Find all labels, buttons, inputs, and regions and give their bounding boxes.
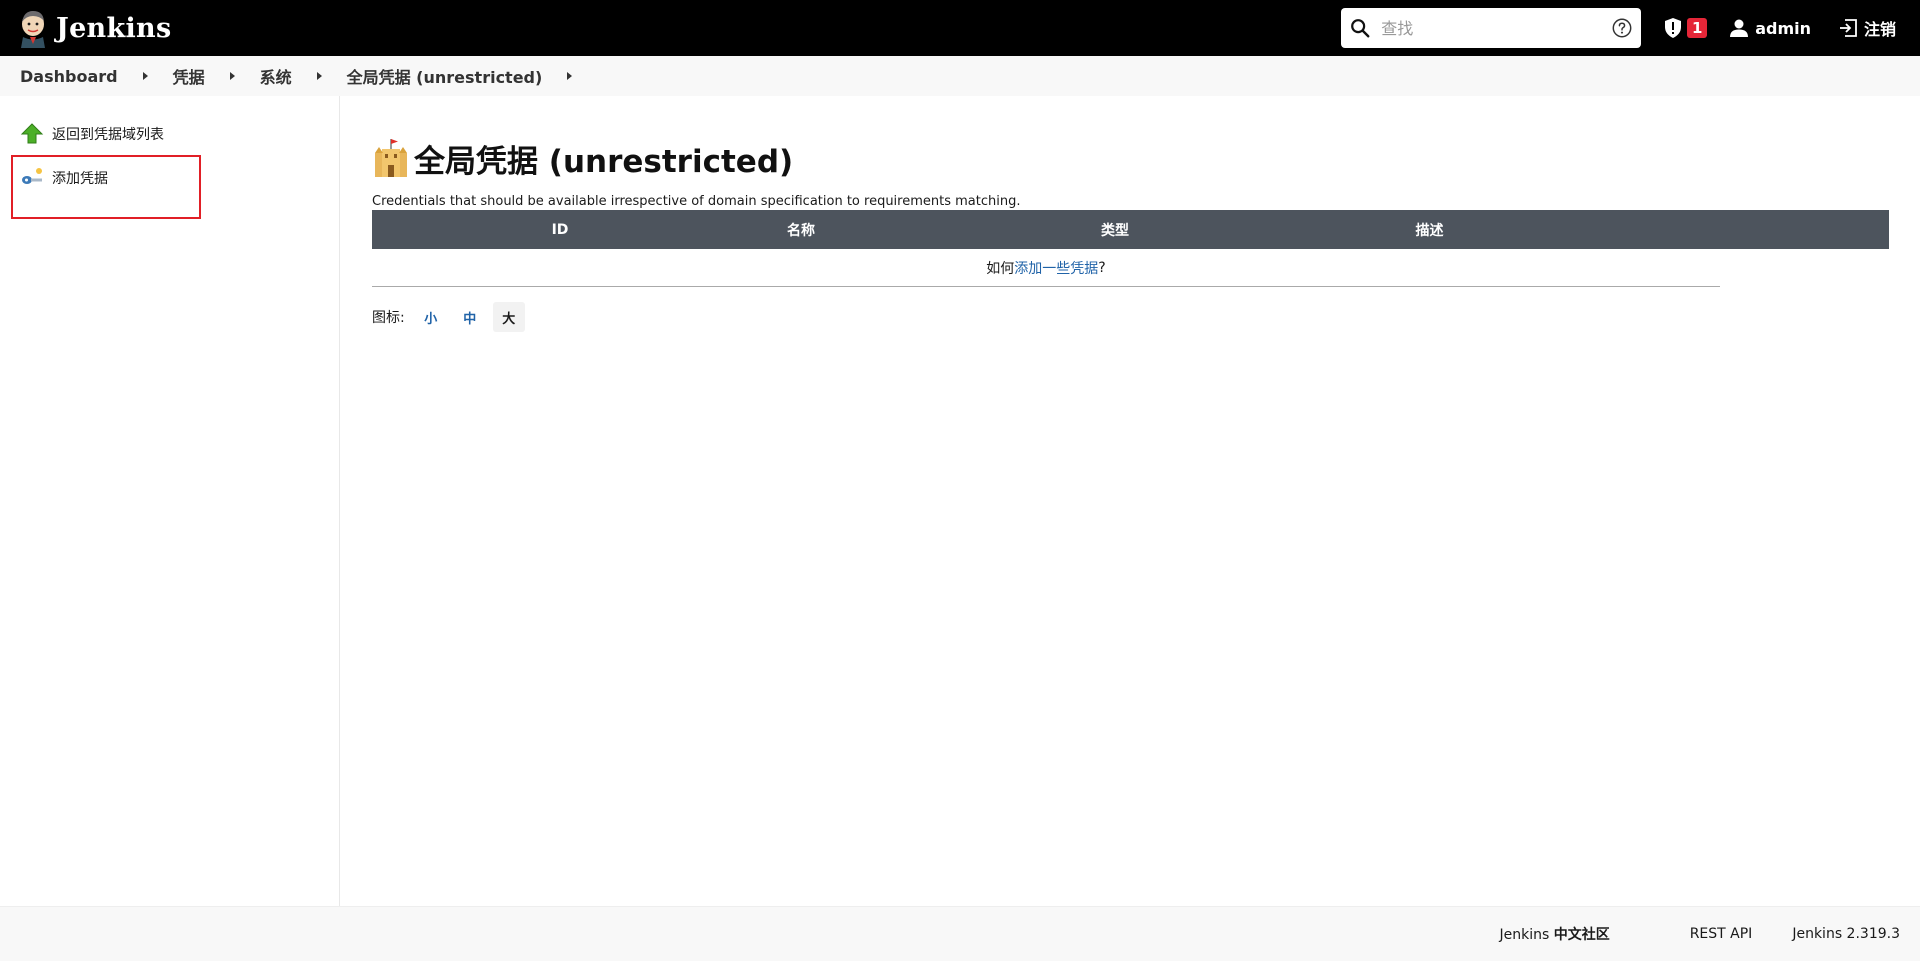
credentials-table: ID 名称 类型 描述: [372, 210, 1889, 249]
jenkins-home-link[interactable]: Jenkins: [16, 0, 171, 56]
icon-size-label: 图标:: [372, 310, 405, 326]
breadcrumb-item-global-credentials[interactable]: 全局凭据 (unrestricted): [347, 64, 543, 88]
icon-size-small[interactable]: 小: [415, 302, 447, 332]
user-icon: [1730, 19, 1749, 37]
credentials-key-icon: [22, 168, 42, 184]
page-header: Jenkins 1: [0, 0, 1920, 56]
jenkins-brand-name: Jenkins: [56, 12, 172, 44]
castle-domain-icon: [375, 139, 407, 177]
footer-version-link[interactable]: Jenkins 2.319.3: [1792, 926, 1900, 942]
search-icon: [1351, 19, 1370, 38]
task-back-label: 返回到凭据域列表: [52, 127, 164, 143]
search-help-icon[interactable]: [1611, 17, 1633, 39]
footer-community-link[interactable]: Jenkins 中文社区: [1499, 924, 1609, 944]
task-add-label: 添加凭据: [52, 171, 108, 187]
breadcrumb-item-credentials[interactable]: 凭据: [173, 64, 205, 88]
task-add-credentials[interactable]: 添加凭据: [20, 166, 108, 190]
icon-size-selector: 图标: 小 中 大: [372, 302, 1892, 332]
page-title-text: 全局凭据 (unrestricted): [414, 143, 794, 180]
header-actions: 1 admin 注销: [1341, 0, 1920, 56]
column-header-description[interactable]: 描述: [1376, 210, 1483, 249]
search-input[interactable]: [1379, 17, 1612, 39]
icon-size-large[interactable]: 大: [492, 302, 525, 332]
column-header-name[interactable]: 名称: [748, 210, 854, 249]
security-alert-count-badge: 1: [1687, 18, 1708, 38]
search-box: [1341, 8, 1642, 48]
column-header-spacer: [1483, 210, 1889, 249]
column-header-type[interactable]: 类型: [854, 210, 1376, 249]
main-panel: 全局凭据 (unrestricted) Credentials that sho…: [372, 96, 1892, 332]
shield-alert-icon: [1665, 18, 1682, 38]
breadcrumb-chevron-icon[interactable]: [142, 72, 148, 80]
user-name: admin: [1755, 18, 1811, 38]
icon-size-medium[interactable]: 中: [454, 302, 486, 332]
logout-link[interactable]: 注销: [1837, 16, 1896, 40]
domain-description: Credentials that should be available irr…: [372, 194, 1021, 209]
logout-icon: [1839, 19, 1857, 37]
empty-credentials-message: 如何 添加一些凭据?: [372, 249, 1720, 287]
page-footer: Jenkins 中文社区 REST API Jenkins 2.319.3: [0, 906, 1920, 961]
side-panel: 返回到凭据域列表 添加凭据: [0, 96, 340, 906]
page-title: 全局凭据 (unrestricted): [372, 136, 1892, 180]
breadcrumb-item-dashboard[interactable]: Dashboard: [20, 67, 118, 86]
breadcrumb-chevron-icon[interactable]: [316, 72, 322, 80]
breadcrumb-chevron-icon[interactable]: [567, 72, 573, 80]
breadcrumb-item-system[interactable]: 系统: [260, 64, 292, 88]
add-some-credentials-link[interactable]: 添加一些凭据: [1014, 258, 1098, 278]
jenkins-logo-icon: [21, 11, 45, 48]
security-alerts-button[interactable]: 1: [1663, 17, 1708, 39]
user-menu-link[interactable]: admin: [1729, 18, 1811, 38]
green-up-arrow-icon: [20, 123, 44, 144]
task-back-to-domains[interactable]: 返回到凭据域列表: [20, 122, 164, 146]
footer-rest-api-link[interactable]: REST API: [1690, 926, 1753, 942]
breadcrumb-chevron-icon[interactable]: [229, 72, 235, 80]
table-header-row: ID 名称 类型 描述: [372, 210, 1889, 249]
column-header-id[interactable]: ID: [372, 210, 748, 249]
breadcrumb: Dashboard 凭据 系统 全局凭据 (unrestricted): [0, 56, 1920, 96]
logout-label: 注销: [1863, 20, 1896, 39]
